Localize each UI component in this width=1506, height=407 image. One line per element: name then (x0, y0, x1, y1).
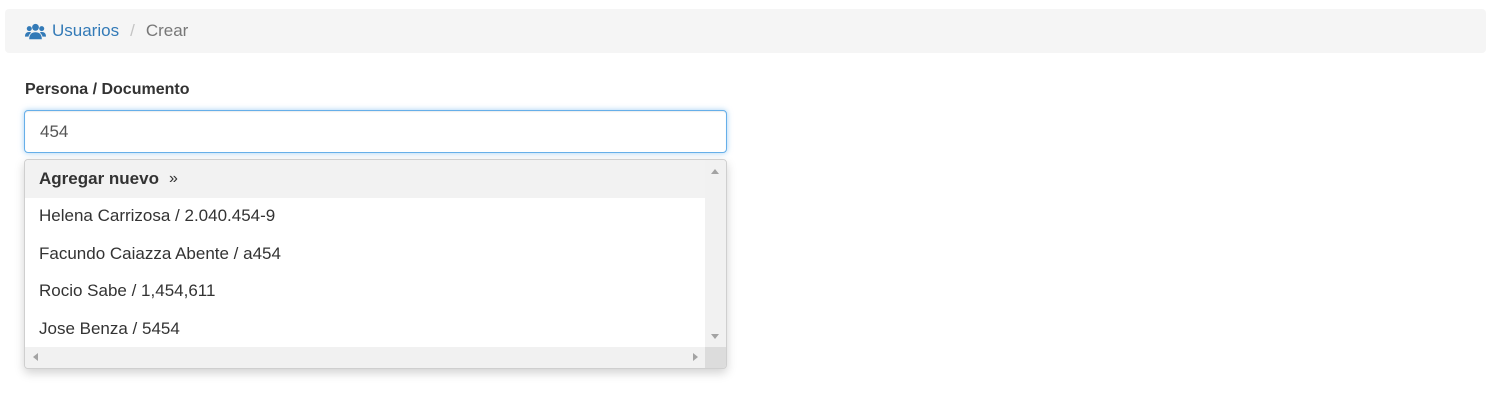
breadcrumb-users-link[interactable]: Usuarios (25, 21, 119, 41)
horizontal-scrollbar[interactable] (25, 347, 706, 368)
autocomplete-option[interactable]: Facundo Caiazza Abente / a454 (25, 235, 706, 273)
breadcrumb-users-label[interactable]: Usuarios (52, 21, 119, 41)
scroll-up-arrow-icon[interactable] (711, 169, 719, 174)
autocomplete-option[interactable]: Jose Benza / 5454 (25, 310, 706, 348)
scroll-left-arrow-icon[interactable] (33, 353, 38, 361)
vertical-scrollbar[interactable] (705, 160, 726, 348)
add-new-option[interactable]: Agregar nuevo » (25, 160, 706, 198)
persona-search-input[interactable] (24, 110, 727, 153)
scroll-right-arrow-icon[interactable] (693, 353, 698, 361)
breadcrumb: Usuarios / Crear (5, 9, 1486, 53)
autocomplete-list: Agregar nuevo » Helena Carrizosa / 2.040… (25, 160, 706, 348)
scrollbar-corner (705, 347, 726, 368)
users-icon (25, 23, 46, 39)
autocomplete-dropdown: Agregar nuevo » Helena Carrizosa / 2.040… (24, 159, 727, 369)
autocomplete-option[interactable]: Rocio Sabe / 1,454,611 (25, 273, 706, 311)
breadcrumb-separator: / (130, 21, 135, 40)
persona-documento-label: Persona / Documento (25, 81, 190, 98)
scroll-down-arrow-icon[interactable] (711, 334, 719, 339)
breadcrumb-current: Crear (145, 21, 189, 40)
double-chevron-right-icon: » (168, 169, 178, 187)
autocomplete-option[interactable]: Helena Carrizosa / 2.040.454-9 (25, 198, 706, 236)
add-new-label: Agregar nuevo (39, 168, 159, 188)
